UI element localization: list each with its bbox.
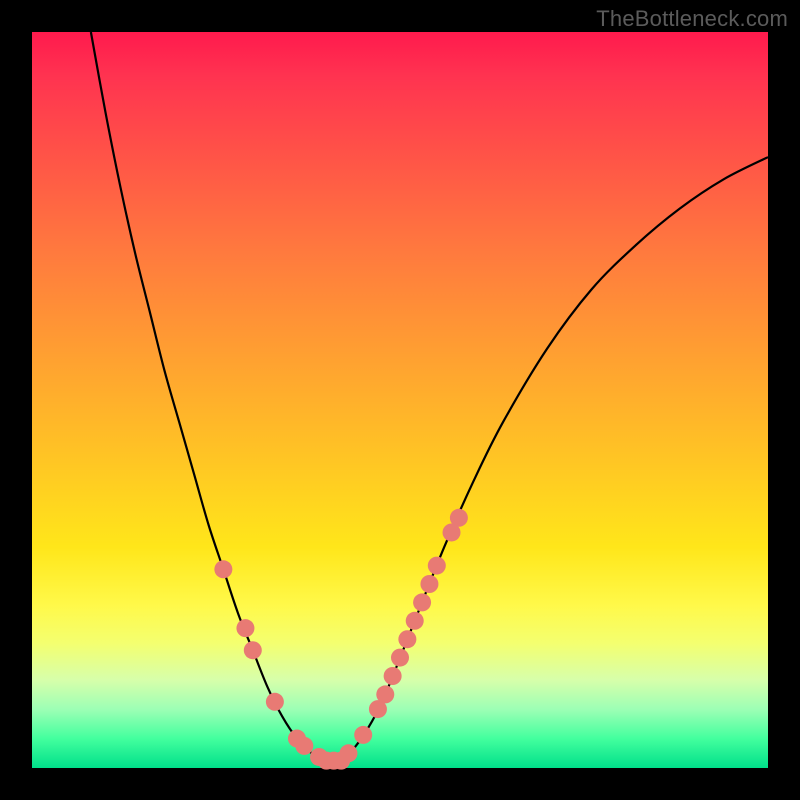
curve-marker <box>236 619 254 637</box>
curve-marker <box>376 685 394 703</box>
curve-marker <box>244 641 262 659</box>
curve-marker <box>214 560 232 578</box>
curve-marker <box>295 737 313 755</box>
curve-markers <box>214 509 468 770</box>
curve-marker <box>406 612 424 630</box>
curve-marker <box>413 593 431 611</box>
chart-frame: TheBottleneck.com <box>0 0 800 800</box>
curve-marker <box>339 744 357 762</box>
plot-area <box>32 32 768 768</box>
curve-marker <box>266 693 284 711</box>
chart-svg <box>32 32 768 768</box>
curve-marker <box>428 557 446 575</box>
curve-marker <box>384 667 402 685</box>
curve-marker <box>398 630 416 648</box>
curve-marker <box>450 509 468 527</box>
curve-marker <box>354 726 372 744</box>
curve-marker <box>420 575 438 593</box>
curve-marker <box>391 649 409 667</box>
bottleneck-curve-line <box>91 32 768 762</box>
watermark-text: TheBottleneck.com <box>596 6 788 32</box>
